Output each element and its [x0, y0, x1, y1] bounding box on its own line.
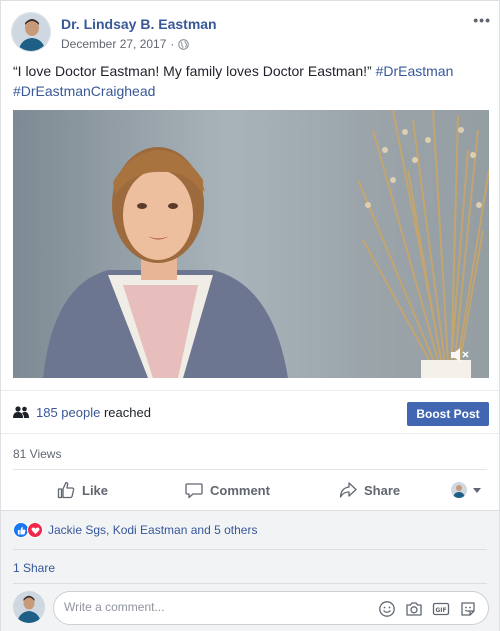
- love-reaction-icon: [27, 522, 43, 538]
- comment-icon: [185, 483, 203, 499]
- reach-text: 185 people reached: [36, 405, 151, 420]
- author-avatar[interactable]: [11, 12, 51, 52]
- comment-composer: GIF: [13, 591, 489, 627]
- more-options-button[interactable]: •••: [473, 12, 491, 28]
- commenter-avatar[interactable]: [13, 591, 45, 623]
- comment-input[interactable]: [64, 600, 354, 614]
- reach-suffix: reached: [103, 405, 151, 420]
- post-actions: Like Comment Share: [13, 469, 487, 509]
- comment-label: Comment: [210, 482, 270, 498]
- comment-button[interactable]: Comment: [185, 470, 270, 510]
- share-label: Share: [364, 482, 401, 498]
- caret-down-icon[interactable]: [473, 488, 481, 493]
- camera-icon[interactable]: [405, 600, 423, 618]
- post-header: Dr. Lindsay B. Eastman December 27, 2017…: [11, 12, 491, 56]
- share-button[interactable]: Share: [339, 470, 400, 510]
- post-text: “I love Doctor Eastman! My family loves …: [13, 61, 489, 101]
- divider: [13, 583, 487, 584]
- reactions-summary[interactable]: Jackie Sgs, Kodi Eastman and 5 others: [13, 522, 257, 538]
- people-icon: [13, 406, 29, 418]
- divider: [13, 549, 487, 550]
- like-button[interactable]: Like: [57, 470, 108, 510]
- view-count: 81 Views: [13, 447, 62, 461]
- post-quote: “I love Doctor Eastman! My family loves …: [13, 63, 372, 79]
- mute-icon[interactable]: [449, 346, 471, 364]
- reach-bar: 185 people reached Boost Post: [1, 390, 499, 434]
- svg-text:GIF: GIF: [435, 607, 446, 614]
- video-player[interactable]: [13, 110, 489, 378]
- post-date[interactable]: December 27, 2017: [61, 37, 166, 51]
- share-icon: [339, 482, 357, 498]
- post-as-avatar[interactable]: [451, 482, 467, 498]
- reach-count-link[interactable]: 185 people: [36, 405, 100, 420]
- post-meta: December 27, 2017 ·: [61, 37, 190, 51]
- video-frame: [13, 110, 489, 378]
- globe-icon[interactable]: [178, 38, 190, 50]
- comment-box: GIF: [53, 591, 489, 625]
- gif-icon[interactable]: GIF: [432, 600, 450, 618]
- sticker-icon[interactable]: [459, 600, 477, 618]
- feedback-section: Jackie Sgs, Kodi Eastman and 5 others 1 …: [1, 510, 499, 631]
- like-label: Like: [82, 482, 109, 498]
- hashtag-link[interactable]: #DrEastman: [376, 63, 454, 79]
- post-card: Dr. Lindsay B. Eastman December 27, 2017…: [0, 0, 500, 631]
- emoji-icon[interactable]: [378, 600, 396, 618]
- boost-post-button[interactable]: Boost Post: [407, 402, 489, 426]
- meta-separator: ·: [170, 37, 175, 51]
- author-name[interactable]: Dr. Lindsay B. Eastman: [61, 16, 217, 32]
- like-icon: [57, 481, 75, 499]
- hashtag-link[interactable]: #DrEastmanCraighead: [13, 83, 155, 99]
- shares-link[interactable]: 1 Share: [13, 561, 55, 575]
- reactions-names: Jackie Sgs, Kodi Eastman and 5 others: [48, 523, 258, 537]
